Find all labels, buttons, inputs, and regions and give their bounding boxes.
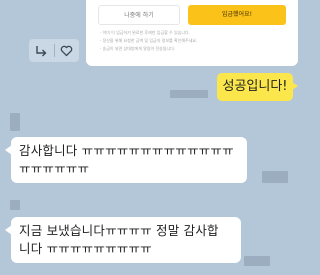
sender-name-blurred <box>10 200 20 210</box>
like-button[interactable] <box>55 39 80 62</box>
heart-icon <box>60 45 73 56</box>
time-blurred <box>262 171 288 183</box>
later-button[interactable]: 나중에 하기 <box>98 5 180 25</box>
share-button[interactable] <box>29 39 54 62</box>
message-actions <box>29 39 79 62</box>
read-time-blurred <box>170 90 208 98</box>
card-note: · 정산을 위해 요청한 금액 및 입금자 정보를 확인해주세요. <box>100 38 198 43</box>
message-line: 지금 보냈습니다ㅠㅠㅠㅠ 정말 감사합 <box>19 223 219 238</box>
transfer-request-card: 나중에 하기 입금했어요! · 이미 이 입금하기 완료한 후에만 입금할 수 … <box>86 0 298 66</box>
chat-room: 나중에 하기 입금했어요! · 이미 이 입금하기 완료한 후에만 입금할 수 … <box>0 0 306 275</box>
card-note: · 이미 이 입금하기 완료한 후에만 입금할 수 있습니다. <box>100 30 190 35</box>
message-line: 니다 ㅠㅠㅠㅠㅠㅠㅠㅠㅠ <box>19 241 152 256</box>
card-note: · 송금이 되면 상대방에게 알림이 전송됩니다. <box>100 46 176 51</box>
sender-avatar-blurred <box>10 113 20 131</box>
my-message-bubble[interactable]: 성공입니다! <box>217 73 293 101</box>
bubble-tail <box>292 82 298 90</box>
received-message-bubble[interactable]: 감사합니다 ㅠㅠㅠㅠㅠㅠㅠㅠㅠㅠㅠㅠㅠ ㅠㅠㅠㅠㅠㅠ <box>11 137 247 183</box>
received-message-bubble[interactable]: 지금 보냈습니다ㅠㅠㅠㅠ 정말 감사합 니다 ㅠㅠㅠㅠㅠㅠㅠㅠㅠ <box>11 217 241 263</box>
time-blurred <box>244 256 270 266</box>
message-line: ㅠㅠㅠㅠㅠㅠ <box>19 161 90 176</box>
deposited-button[interactable]: 입금했어요! <box>188 5 286 25</box>
share-arrow-icon <box>36 45 47 56</box>
message-line: 감사합니다 ㅠㅠㅠㅠㅠㅠㅠㅠㅠㅠㅠㅠㅠ <box>19 143 234 158</box>
